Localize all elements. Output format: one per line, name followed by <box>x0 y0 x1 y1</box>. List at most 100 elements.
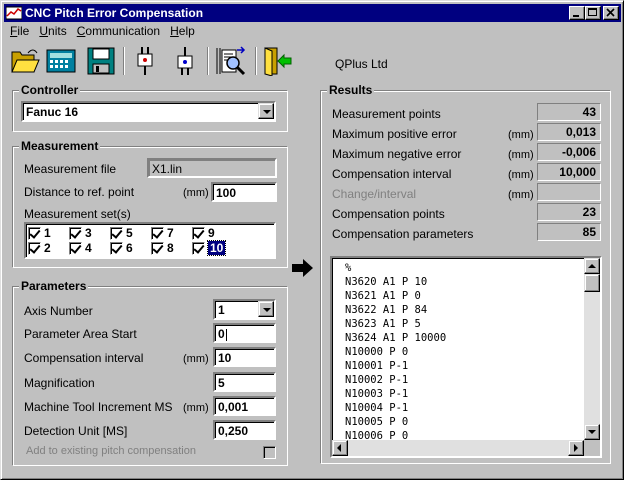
send-button[interactable] <box>129 45 161 77</box>
toolbar: QPlus Ltd <box>5 43 621 81</box>
result-value-text: 0,013 <box>565 125 596 139</box>
compensation-interval-value: 10 <box>218 351 232 365</box>
result-value-text: 23 <box>582 205 596 219</box>
increment-unit: (mm) <box>183 402 209 414</box>
set-checkbox-6[interactable]: 6 <box>110 241 133 255</box>
maximize-button[interactable] <box>585 6 601 20</box>
analyze-report-icon <box>216 46 246 76</box>
scroll-thumb[interactable] <box>584 274 600 292</box>
set-checkbox-1[interactable]: 1 <box>28 226 51 240</box>
compensation-interval-input[interactable]: 10 <box>213 347 276 367</box>
checkbox-check-icon <box>110 241 123 255</box>
main-window: CNC Pitch Error Compensation File Units … <box>0 0 624 480</box>
result-label: Maximum negative error <box>332 147 462 161</box>
result-label: Compensation interval <box>332 167 452 181</box>
title-bar: CNC Pitch Error Compensation <box>4 4 621 22</box>
result-value: 23 <box>537 203 601 221</box>
horizontal-scrollbar[interactable] <box>332 440 584 456</box>
result-value: 85 <box>537 223 601 241</box>
open-button[interactable] <box>9 45 41 77</box>
toolbar-separator <box>255 47 257 75</box>
set-label: 6 <box>126 241 133 255</box>
measurement-group: Measurement Measurement file X1.lin Dist… <box>12 139 288 268</box>
scroll-right-button[interactable] <box>568 440 584 456</box>
result-value-text: 43 <box>582 105 596 119</box>
set-label: 1 <box>44 226 51 240</box>
set-label: 3 <box>85 226 92 240</box>
analyze-button[interactable] <box>215 45 247 77</box>
set-checkbox-7[interactable]: 7 <box>151 226 174 240</box>
set-checkbox-2[interactable]: 2 <box>28 241 51 255</box>
controller-dropdown-button[interactable] <box>258 103 274 119</box>
parameters-title: Parameters <box>19 279 89 293</box>
result-label: Change/interval <box>332 187 417 201</box>
axis-dropdown-button[interactable] <box>258 301 274 317</box>
set-checkbox-9[interactable]: 9 <box>192 226 215 240</box>
result-label: Compensation points <box>332 207 445 221</box>
increment-input[interactable]: 0,001 <box>213 396 276 416</box>
set-label: 5 <box>126 226 133 240</box>
result-value <box>537 183 601 201</box>
scroll-left-button[interactable] <box>332 440 348 456</box>
compensation-interval-unit: (mm) <box>183 353 209 365</box>
add-existing-checkbox[interactable] <box>263 446 276 459</box>
set-checkbox-8[interactable]: 8 <box>151 241 174 255</box>
parameter-area-input[interactable]: 0 <box>213 323 276 343</box>
send-to-cnc-icon <box>137 47 153 75</box>
set-label: 9 <box>208 226 215 240</box>
axis-number-value: 1 <box>218 303 225 317</box>
axis-number-select[interactable]: 1 <box>213 299 276 320</box>
magnification-label: Magnification <box>24 376 95 390</box>
measurement-file-field: X1.lin <box>147 158 277 178</box>
checkbox-check-icon <box>192 226 205 240</box>
checkbox-check-icon <box>28 226 41 240</box>
set-checkbox-3[interactable]: 3 <box>69 226 92 240</box>
result-unit: (mm) <box>508 169 534 181</box>
compensation-interval-label: Compensation interval <box>24 351 144 365</box>
set-checkbox-10[interactable]: 10 <box>192 240 227 256</box>
scroll-down-button[interactable] <box>584 424 600 440</box>
menu-units[interactable]: Units <box>34 24 71 40</box>
detection-unit-input[interactable]: 0,250 <box>213 420 276 440</box>
result-value: -0,006 <box>537 143 601 161</box>
calculate-button[interactable] <box>45 45 77 77</box>
magnification-input[interactable]: 5 <box>213 372 276 392</box>
result-value: 10,000 <box>537 163 601 181</box>
close-icon <box>606 8 615 17</box>
set-checkbox-4[interactable]: 4 <box>69 241 92 255</box>
window-title: CNC Pitch Error Compensation <box>25 6 204 20</box>
result-value-text: 10,000 <box>559 165 596 179</box>
set-label: 4 <box>85 241 92 255</box>
distance-input[interactable]: 100 <box>211 182 277 202</box>
result-unit: (mm) <box>508 149 534 161</box>
result-unit: (mm) <box>508 189 534 201</box>
controller-group: Controller Fanuc 16 <box>12 83 288 132</box>
checkbox-check-icon <box>110 226 123 240</box>
set-checkbox-5[interactable]: 5 <box>110 226 133 240</box>
vertical-scrollbar[interactable] <box>584 258 600 440</box>
results-title: Results <box>327 83 375 97</box>
open-folder-icon <box>11 49 40 73</box>
close-button[interactable] <box>603 6 619 20</box>
right-arrow-icon <box>292 259 313 277</box>
add-existing-label: Add to existing pitch compensation <box>26 445 196 457</box>
result-value-text: 85 <box>582 225 596 239</box>
result-label: Maximum positive error <box>332 127 457 141</box>
result-value: 0,013 <box>537 123 601 141</box>
set-label: 8 <box>167 241 174 255</box>
measurement-title: Measurement <box>19 139 101 153</box>
output-textarea[interactable]: % N3620 A1 P 10 N3621 A1 P 0 N3622 A1 P … <box>330 256 602 458</box>
exit-button[interactable] <box>261 45 293 77</box>
scroll-up-button[interactable] <box>584 258 600 274</box>
minimize-button[interactable] <box>569 6 585 20</box>
set-label: 2 <box>44 241 51 255</box>
menu-file[interactable]: File <box>5 24 34 40</box>
distance-value: 100 <box>216 186 237 200</box>
menu-communication[interactable]: Communication <box>72 24 165 40</box>
receive-button[interactable] <box>169 45 201 77</box>
checkbox-check-icon <box>151 241 164 255</box>
controller-select[interactable]: Fanuc 16 <box>21 101 276 122</box>
menu-help[interactable]: Help <box>165 24 200 40</box>
result-value: 43 <box>537 103 601 121</box>
save-button[interactable] <box>85 45 117 77</box>
